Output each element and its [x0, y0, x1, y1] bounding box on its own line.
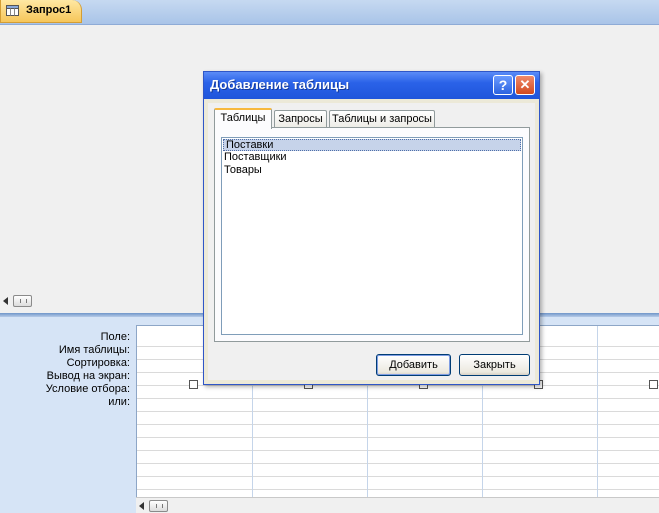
- tables-tab-panel: Поставки Поставщики Товары: [214, 127, 530, 342]
- help-button[interactable]: ?: [493, 75, 513, 95]
- row-label-show: Вывод на экран:: [46, 370, 130, 382]
- tab-tables[interactable]: Таблицы: [214, 108, 272, 129]
- table-list[interactable]: Поставки Поставщики Товары: [221, 137, 523, 335]
- scroll-thumb[interactable]: [149, 500, 168, 512]
- add-button[interactable]: Добавить: [376, 354, 451, 376]
- tab-queries[interactable]: Запросы: [274, 110, 327, 128]
- list-item-goods[interactable]: Товары: [222, 164, 522, 177]
- close-button[interactable]: Закрыть: [459, 354, 530, 376]
- dialog-body: Таблицы Запросы Таблицы и запросы Постав…: [208, 103, 535, 380]
- show-checkbox[interactable]: [649, 380, 658, 389]
- close-icon[interactable]: ✕: [515, 75, 535, 95]
- dialog-titlebar[interactable]: Добавление таблицы ? ✕: [204, 72, 539, 99]
- lower-horizontal-scrollbar[interactable]: [136, 497, 659, 513]
- design-grid-row-labels: Поле: Имя таблицы: Сортировка: Вывод на …: [0, 331, 130, 409]
- row-label-sort: Сортировка:: [66, 357, 130, 369]
- show-checkbox[interactable]: [189, 380, 198, 389]
- add-table-dialog: Добавление таблицы ? ✕ Таблицы Запросы Т…: [203, 71, 540, 385]
- document-tab-label: Запрос1: [26, 4, 72, 16]
- document-tab-bar: Запрос1: [0, 0, 659, 25]
- query-icon: [6, 5, 19, 16]
- document-tab-query1[interactable]: Запрос1: [0, 0, 82, 23]
- row-label-table-name: Имя таблицы:: [58, 344, 130, 356]
- tab-tables-and-queries[interactable]: Таблицы и запросы: [329, 110, 435, 128]
- scroll-left-arrow-icon[interactable]: [139, 502, 144, 510]
- row-label-criteria: Условие отбора:: [45, 383, 130, 395]
- row-label-or: или:: [108, 396, 130, 408]
- scroll-thumb[interactable]: [13, 295, 32, 307]
- scroll-left-arrow-icon[interactable]: [3, 297, 8, 305]
- list-item-supplies[interactable]: Поставки: [223, 139, 521, 151]
- dialog-title: Добавление таблицы: [210, 77, 350, 92]
- row-label-field: Поле:: [100, 331, 130, 343]
- list-item-suppliers[interactable]: Поставщики: [222, 151, 522, 164]
